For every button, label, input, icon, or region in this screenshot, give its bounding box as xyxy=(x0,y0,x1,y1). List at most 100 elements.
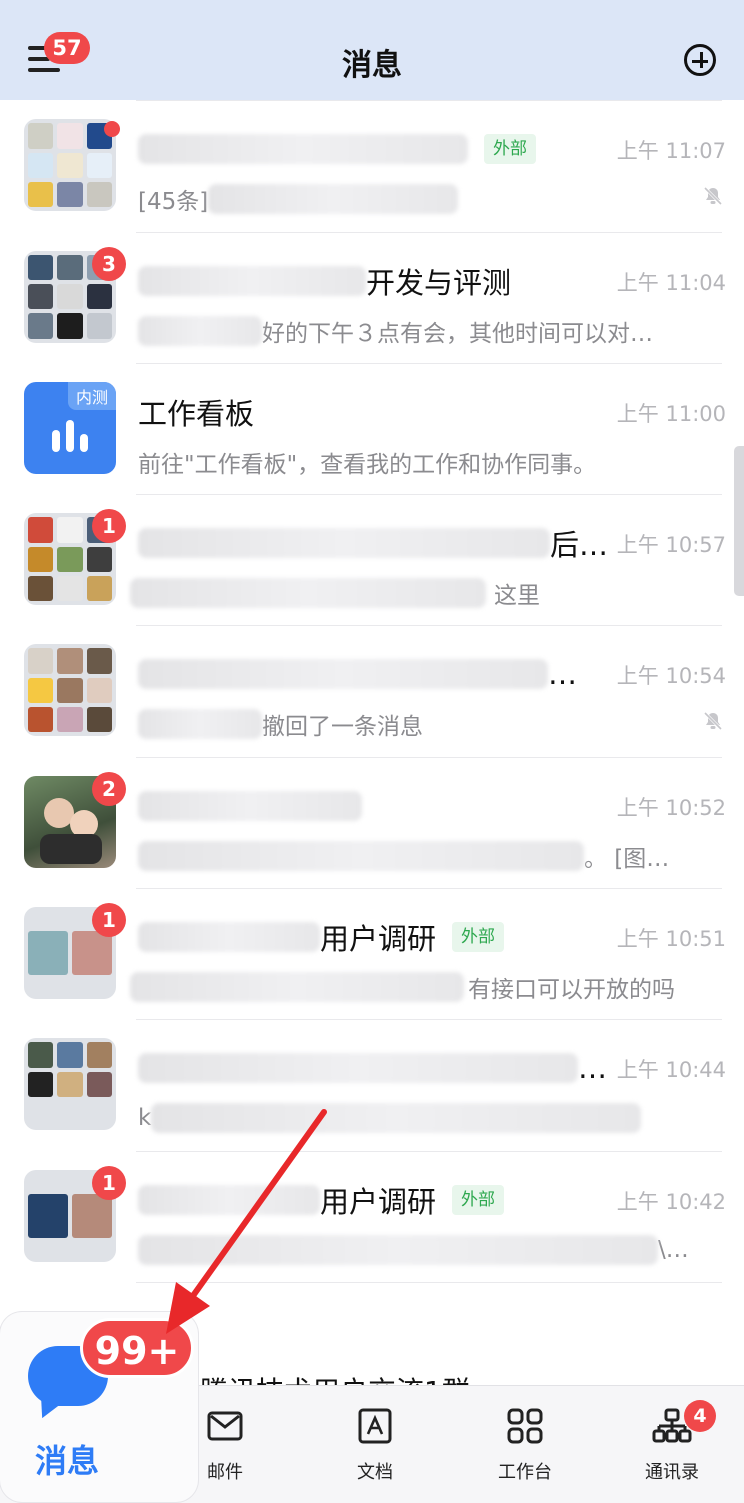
tab-label: 工作台 xyxy=(498,1462,552,1483)
chat-title: 工作看板 xyxy=(138,396,255,431)
preview-text: 撤回了一条消息 xyxy=(262,714,423,741)
blurred-text xyxy=(138,840,584,871)
blurred-text xyxy=(138,709,262,740)
scroll-handle[interactable] xyxy=(734,446,744,596)
tab-messages[interactable]: 99+ 消息 xyxy=(0,1312,198,1502)
preview-text: 。 [图… xyxy=(584,845,670,872)
tab-label: 消息 xyxy=(34,1442,99,1480)
blurred-text xyxy=(151,1103,642,1134)
preview-line: k xyxy=(138,1100,642,1136)
mute-icon xyxy=(703,712,723,731)
mail-icon xyxy=(207,1411,243,1441)
preview-line: 这里 xyxy=(130,575,540,611)
title-line: … xyxy=(138,654,577,694)
beta-label: 内测 xyxy=(67,381,116,410)
group-avatar xyxy=(24,644,116,737)
blurred-text xyxy=(130,578,486,609)
list-item[interactable]: 1 用户调研 外部 上午 10:51 有接口可以开放的吗 xyxy=(0,889,744,1021)
blurred-text xyxy=(130,972,464,1003)
preview-text: 前往"工作看板"，查看我的工作和协作同事。 xyxy=(138,451,597,478)
preview-line: 好的下午３点有会，其他时间可以对… xyxy=(138,313,653,349)
blurred-text xyxy=(138,528,550,559)
list-item[interactable]: 外部 上午 11:07 [45条] xyxy=(0,101,744,233)
unread-badge: 57 xyxy=(44,32,90,64)
external-tag: 外部 xyxy=(484,134,536,165)
timestamp: 上午 10:44 xyxy=(616,1058,726,1083)
timestamp: 上午 10:54 xyxy=(616,664,726,689)
document-icon xyxy=(358,1408,392,1444)
chart-icon xyxy=(52,419,88,452)
divider xyxy=(136,1281,722,1283)
external-tag: 外部 xyxy=(452,1184,505,1215)
list-item[interactable]: 1 后… 上午 10:57 这里 xyxy=(0,495,744,627)
blurred-text xyxy=(138,790,362,821)
preview-line: 撤回了一条消息 xyxy=(138,706,423,742)
preview-line: 。 [图… xyxy=(138,838,669,874)
timestamp: 上午 10:57 xyxy=(616,533,726,558)
title-line: 用户调研 外部 xyxy=(138,917,505,957)
external-tag: 外部 xyxy=(452,922,505,953)
title-line: 后… xyxy=(138,523,608,563)
page-title: 消息 xyxy=(342,48,402,83)
blurred-text xyxy=(138,1053,578,1084)
preview-line: \… xyxy=(138,1232,689,1268)
chat-title: … xyxy=(548,657,577,692)
blurred-text xyxy=(138,1184,320,1215)
unread-count-badge: 1 xyxy=(92,509,126,544)
blurred-text xyxy=(208,184,459,215)
blurred-text xyxy=(138,659,548,690)
blurred-text xyxy=(138,1234,658,1265)
timestamp: 上午 10:52 xyxy=(616,795,726,820)
timestamp: 上午 10:51 xyxy=(616,927,726,952)
title-line: 用户调研 外部 xyxy=(138,1180,505,1220)
list-item[interactable]: … 上午 10:44 k xyxy=(0,1020,744,1152)
chat-title: 开发与评测 xyxy=(366,265,512,300)
body-shape xyxy=(40,833,102,864)
unread-count-badge: 1 xyxy=(92,1165,126,1200)
preview-text: k xyxy=(138,1105,152,1132)
app-avatar: 内测 xyxy=(24,381,116,474)
unread-dot xyxy=(104,121,120,138)
preview-line: 前往"工作看板"，查看我的工作和协作同事。 xyxy=(138,444,596,480)
preview-text: \… xyxy=(658,1236,689,1263)
title-line: 工作看板 xyxy=(138,392,254,432)
messages-badge: 99+ xyxy=(80,1318,194,1378)
tab-workbench[interactable]: 工作台 xyxy=(450,1386,600,1503)
list-item[interactable]: 内测 工作看板 上午 11:00 前往"工作看板"，查看我的工作和协作同事。 xyxy=(0,364,744,496)
list-item[interactable]: 2 上午 10:52 。 [图… xyxy=(0,758,744,890)
preview-line: 有接口可以开放的吗 xyxy=(130,969,675,1005)
chat-title: 用户调研 xyxy=(320,1184,437,1219)
list-item[interactable]: … 上午 10:54 撤回了一条消息 xyxy=(0,626,744,758)
chat-title: 后… xyxy=(550,528,609,563)
blurred-text xyxy=(138,315,262,346)
contacts-badge: 4 xyxy=(684,1400,716,1432)
chat-title: 用户调研 xyxy=(320,922,437,957)
blurred-text xyxy=(138,134,468,165)
unread-count-badge: 3 xyxy=(92,246,126,281)
group-avatar xyxy=(24,119,116,212)
blurred-text xyxy=(138,265,366,296)
tab-docs[interactable]: 文档 xyxy=(300,1386,450,1503)
group-avatar xyxy=(24,1038,116,1131)
title-line: 开发与评测 xyxy=(138,261,511,301)
mute-icon xyxy=(703,187,723,206)
add-icon[interactable] xyxy=(684,44,716,76)
timestamp: 上午 11:04 xyxy=(616,270,726,295)
top-bar: 57 消息 xyxy=(0,0,744,100)
tab-label: 通讯录 xyxy=(645,1462,699,1483)
title-line: … xyxy=(138,1048,607,1088)
conversation-list: .. 外部 上午 11:07 [45条] xyxy=(0,0,744,1283)
tab-contacts[interactable]: 4 通讯录 xyxy=(600,1386,744,1503)
list-item[interactable]: 3 开发与评测 上午 11:04 好的下午３点有会，其他时间可以对… xyxy=(0,233,744,364)
chat-title: … xyxy=(578,1051,607,1086)
timestamp: 上午 11:00 xyxy=(616,401,726,426)
timestamp: 上午 10:42 xyxy=(616,1189,726,1214)
tab-label: 文档 xyxy=(357,1462,393,1483)
preview-text: [45条] xyxy=(138,189,209,216)
list-item[interactable]: 1 用户调研 外部 上午 10:42 \… xyxy=(0,1152,744,1283)
timestamp: 上午 11:07 xyxy=(616,139,726,164)
preview-line: [45条] xyxy=(138,181,459,217)
unread-count-badge: 2 xyxy=(92,771,126,806)
preview-text: 好的下午３点有会，其他时间可以对… xyxy=(262,320,653,347)
preview-text: 这里 xyxy=(494,583,540,610)
